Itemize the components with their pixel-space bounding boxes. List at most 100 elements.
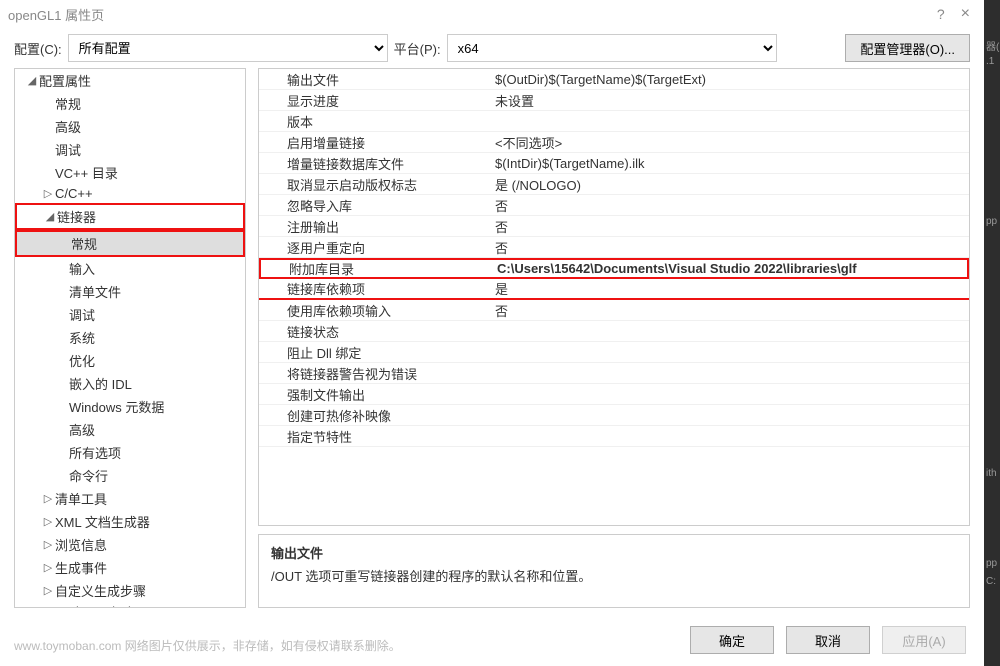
tree-node-label: 链接器: [57, 207, 96, 226]
property-row[interactable]: 强制文件输出: [259, 384, 969, 405]
chevron-right-icon: ▷: [41, 605, 55, 608]
tree-node[interactable]: ◢所有选项: [15, 441, 245, 464]
window-title: openGL1 属性页: [8, 5, 104, 24]
tree-node[interactable]: ◢调试: [15, 303, 245, 326]
tree-node[interactable]: ▷生成事件: [15, 556, 245, 579]
property-row[interactable]: 显示进度未设置: [259, 90, 969, 111]
tree-node-label: 命令行: [69, 466, 108, 485]
description-text: /OUT 选项可重写链接器创建的程序的默认名称和位置。: [271, 566, 957, 585]
property-label: 使用库依赖项输入: [259, 301, 491, 320]
property-row[interactable]: 启用增量链接<不同选项>: [259, 132, 969, 153]
tree-node-label: 配置属性: [39, 71, 91, 90]
chevron-right-icon: ▷: [41, 492, 55, 505]
property-row[interactable]: 链接库依赖项是: [259, 279, 969, 300]
tree-node[interactable]: ◢常规: [15, 230, 245, 257]
chevron-right-icon: ▷: [41, 515, 55, 528]
tree-node[interactable]: ◢高级: [15, 418, 245, 441]
property-label: 显示进度: [259, 91, 491, 110]
property-value[interactable]: 否: [491, 196, 969, 215]
tree-node-label: Windows 元数据: [69, 397, 164, 416]
config-manager-button[interactable]: 配置管理器(O)...: [845, 34, 970, 62]
tree-node[interactable]: ◢嵌入的 IDL: [15, 372, 245, 395]
property-row[interactable]: 增量链接数据库文件$(IntDir)$(TargetName).ilk: [259, 153, 969, 174]
tree-node[interactable]: ▷清单工具: [15, 487, 245, 510]
background-strip: 器( .1 pp ith pp C:: [984, 0, 1000, 666]
property-value[interactable]: 否: [491, 238, 969, 257]
tree-node[interactable]: ◢Windows 元数据: [15, 395, 245, 418]
tree-node[interactable]: ▷XML 文档生成器: [15, 510, 245, 533]
chevron-down-icon: ◢: [25, 74, 39, 87]
property-value[interactable]: 是 (/NOLOGO): [491, 175, 969, 194]
tree-node-label: 系统: [69, 328, 95, 347]
tree-node[interactable]: ◢命令行: [15, 464, 245, 487]
property-value[interactable]: 否: [491, 301, 969, 320]
tree-node-label: 高级: [55, 117, 81, 136]
property-value[interactable]: 是: [491, 279, 969, 298]
tree-node[interactable]: ◢输入: [15, 257, 245, 280]
chevron-right-icon: ▷: [41, 187, 55, 200]
tree-node-label: 生成事件: [55, 558, 107, 577]
apply-button[interactable]: 应用(A): [882, 626, 966, 654]
tree-pane[interactable]: ◢配置属性◢常规◢高级◢调试◢VC++ 目录▷C/C++◢链接器◢常规◢输入◢清…: [14, 68, 246, 608]
property-label: 阻止 Dll 绑定: [259, 343, 491, 362]
tree-node-label: 嵌入的 IDL: [69, 374, 132, 393]
tree-node-label: C/C++: [55, 186, 93, 201]
config-select[interactable]: 所有配置: [68, 34, 388, 62]
tree-node[interactable]: ◢链接器: [15, 203, 245, 230]
property-row[interactable]: 将链接器警告视为错误: [259, 363, 969, 384]
property-value[interactable]: 未设置: [491, 91, 969, 110]
property-row[interactable]: 阻止 Dll 绑定: [259, 342, 969, 363]
property-row[interactable]: 取消显示启动版权标志是 (/NOLOGO): [259, 174, 969, 195]
property-row[interactable]: 附加库目录C:\Users\15642\Documents\Visual Stu…: [259, 258, 969, 279]
config-label: 配置(C):: [14, 39, 62, 58]
property-row[interactable]: 忽略导入库否: [259, 195, 969, 216]
property-label: 忽略导入库: [259, 196, 491, 215]
property-value[interactable]: $(IntDir)$(TargetName).ilk: [491, 156, 969, 171]
ok-button[interactable]: 确定: [690, 626, 774, 654]
property-value[interactable]: 否: [491, 217, 969, 236]
tree-node[interactable]: ◢清单文件: [15, 280, 245, 303]
tree-node-label: 自定义生成步骤: [55, 581, 146, 600]
property-row[interactable]: 版本: [259, 111, 969, 132]
tree-node[interactable]: ◢系统: [15, 326, 245, 349]
property-row[interactable]: 使用库依赖项输入否: [259, 300, 969, 321]
tree-node[interactable]: ◢VC++ 目录: [15, 161, 245, 184]
tree-node[interactable]: ▷Code Analysis: [15, 602, 245, 608]
platform-label: 平台(P):: [394, 39, 441, 58]
property-label: 创建可热修补映像: [259, 406, 491, 425]
property-row[interactable]: 注册输出否: [259, 216, 969, 237]
property-label: 取消显示启动版权标志: [259, 175, 491, 194]
tree-node[interactable]: ◢高级: [15, 115, 245, 138]
tree-node[interactable]: ◢优化: [15, 349, 245, 372]
platform-select[interactable]: x64: [447, 34, 777, 62]
property-value[interactable]: <不同选项>: [491, 133, 969, 152]
property-label: 启用增量链接: [259, 133, 491, 152]
tree-node[interactable]: ◢调试: [15, 138, 245, 161]
chevron-right-icon: ▷: [41, 561, 55, 574]
toolbar: 配置(C): 所有配置 平台(P): x64 配置管理器(O)...: [0, 28, 984, 68]
property-grid[interactable]: 输出文件$(OutDir)$(TargetName)$(TargetExt)显示…: [258, 68, 970, 526]
tree-node-label: 浏览信息: [55, 535, 107, 554]
tree-node[interactable]: ▷C/C++: [15, 184, 245, 203]
close-icon[interactable]: ×: [955, 5, 976, 23]
help-icon[interactable]: ?: [927, 6, 955, 22]
property-row[interactable]: 逐用户重定向否: [259, 237, 969, 258]
property-row[interactable]: 输出文件$(OutDir)$(TargetName)$(TargetExt): [259, 69, 969, 90]
titlebar: openGL1 属性页 ? ×: [0, 0, 984, 28]
property-label: 逐用户重定向: [259, 238, 491, 257]
tree-node-label: 常规: [71, 234, 97, 253]
tree-node[interactable]: ◢配置属性: [15, 69, 245, 92]
tree-node[interactable]: ▷浏览信息: [15, 533, 245, 556]
tree-node[interactable]: ▷自定义生成步骤: [15, 579, 245, 602]
property-value[interactable]: C:\Users\15642\Documents\Visual Studio 2…: [493, 261, 967, 276]
property-row[interactable]: 创建可热修补映像: [259, 405, 969, 426]
property-row[interactable]: 链接状态: [259, 321, 969, 342]
property-value[interactable]: $(OutDir)$(TargetName)$(TargetExt): [491, 72, 969, 87]
tree-node[interactable]: ◢常规: [15, 92, 245, 115]
property-label: 指定节特性: [259, 427, 491, 446]
chevron-right-icon: ▷: [41, 538, 55, 551]
property-row[interactable]: 指定节特性: [259, 426, 969, 447]
property-label: 输出文件: [259, 70, 491, 89]
tree-node-label: 调试: [69, 305, 95, 324]
cancel-button[interactable]: 取消: [786, 626, 870, 654]
